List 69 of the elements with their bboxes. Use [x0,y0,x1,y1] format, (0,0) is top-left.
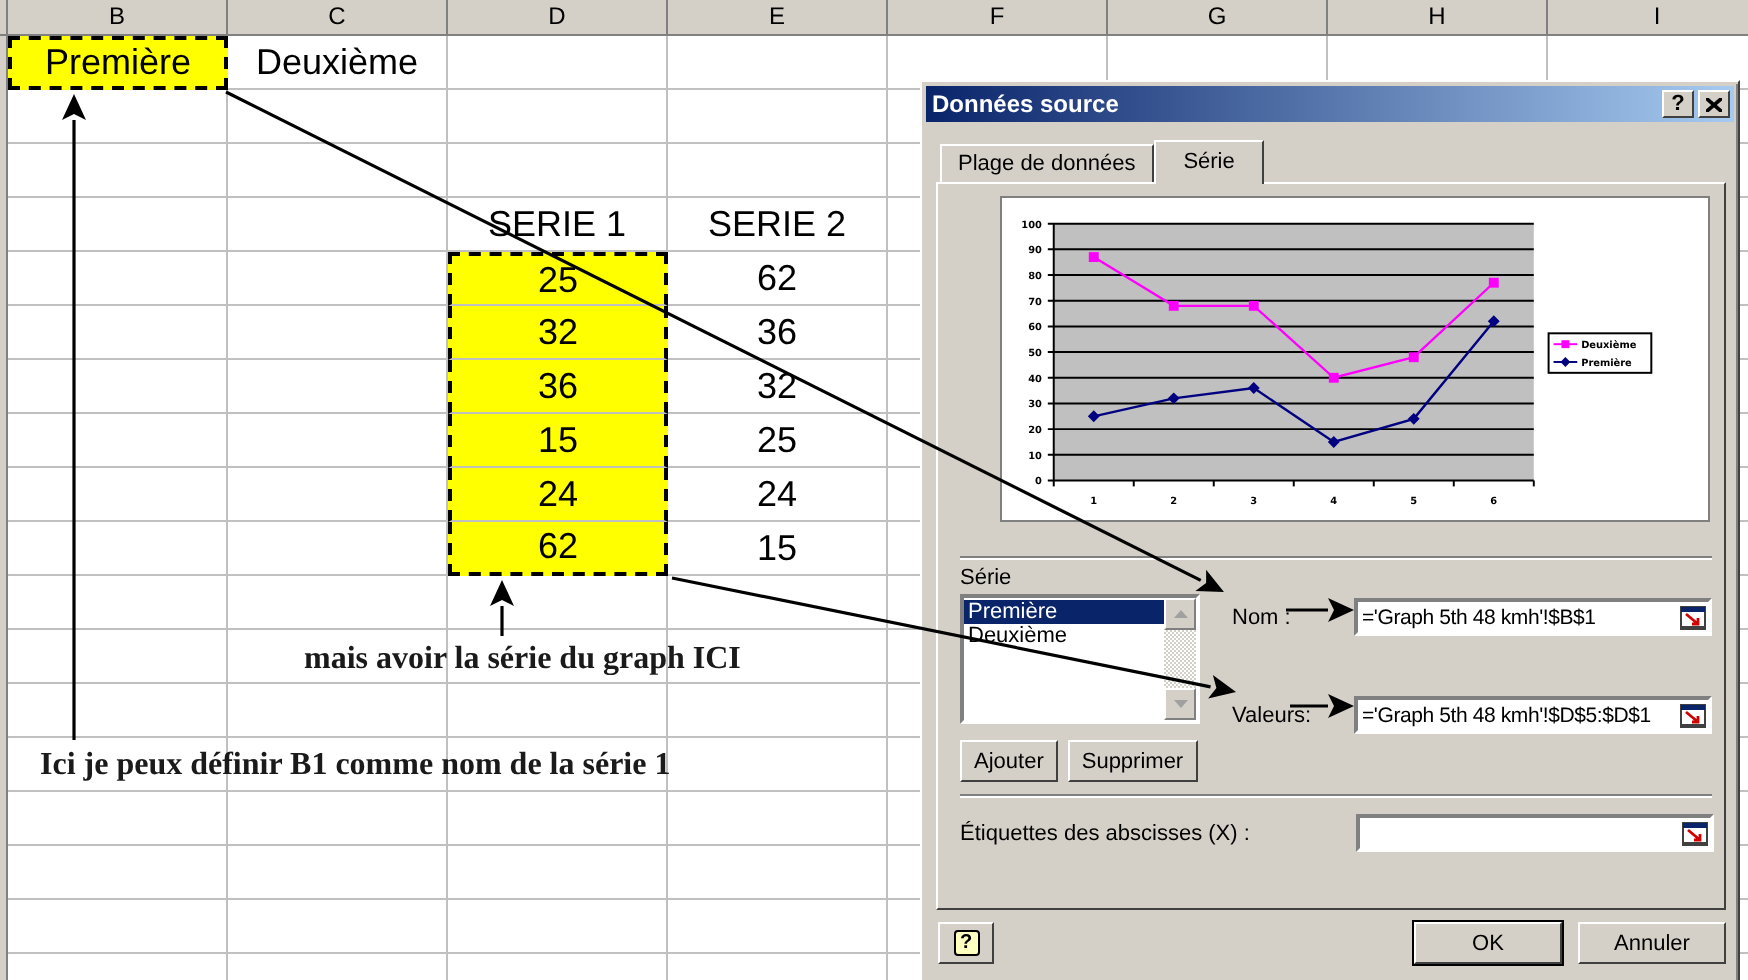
scroll-down-button[interactable] [1164,688,1196,720]
table-cell: 32 [668,360,888,414]
chart-marker [1248,300,1259,311]
triangle-up-icon [1173,610,1187,618]
chart-marker [1168,300,1179,311]
chart-marker [1408,352,1419,363]
help-button[interactable]: ? [1662,90,1694,118]
column-header[interactable]: C [228,0,448,34]
input-field[interactable] [1356,814,1714,852]
chart-marker [1088,252,1099,262]
chart-marker [1328,372,1339,383]
legend-swatch [1552,340,1579,349]
table-cell: 15 [668,522,888,576]
column-header[interactable]: D [448,0,668,34]
column-header[interactable]: H [1328,0,1548,34]
input-field[interactable]: ='Graph 5th 48 kmh'!$D$5:$D$1 [1354,696,1712,734]
scrollbar[interactable] [1164,598,1196,720]
arrow [1286,598,1354,622]
button[interactable]: Ajouter [960,740,1058,782]
scroll-up-button[interactable] [1164,598,1196,630]
table-cell: 24 [668,468,888,522]
field-label: Étiquettes des abscisses (X) : [960,821,1252,845]
button[interactable]: OK [1414,922,1562,964]
chart-marker [1488,277,1499,288]
annotation-text: mais avoir la série du graph ICI [304,642,741,678]
table-cell: 32 [448,306,668,360]
table-cell: 25 [668,414,888,468]
table-cell: 36 [448,360,668,414]
list-item[interactable]: Deuxième [964,624,1164,648]
column-header[interactable]: I [1548,0,1748,34]
list-item[interactable]: Première [964,600,1164,624]
annotation-text: Ici je peux définir B1 comme nom de la série 1 [40,748,671,784]
input-field[interactable]: ='Graph 5th 48 kmh'!$B$1 [1354,598,1712,636]
close-button[interactable] [1698,90,1730,118]
tab[interactable]: Plage de données [940,144,1154,182]
column-header[interactable]: B [8,0,228,34]
table-cell: Deuxième [228,36,448,90]
chart-marker [1407,412,1420,425]
column-header[interactable]: E [668,0,888,34]
field-label: Nom : [1232,605,1291,629]
chart-marker [1247,382,1260,394]
chart-marker [1487,315,1500,328]
range-select-icon [1680,605,1706,629]
table-cell: SERIE 2 [668,198,888,252]
table-cell: Première [8,36,228,90]
range-select-icon [1682,821,1708,845]
table-cell: 15 [448,414,668,468]
table-cell: 62 [448,522,668,576]
table-cell: 25 [448,252,668,306]
close-icon [1706,97,1722,111]
help-button[interactable]: ? [938,922,994,964]
table-cell: 36 [668,306,888,360]
window-title: Données source [932,90,1119,118]
section-label: Série [960,566,1012,590]
button[interactable]: Supprimer [1067,740,1198,782]
chart-marker [1167,392,1180,405]
table-cell: 62 [668,252,888,306]
button[interactable]: Annuler [1578,922,1726,964]
legend-swatch [1552,357,1579,367]
range-select-icon [1680,703,1706,727]
chart-marker [1087,410,1100,423]
table-cell: 24 [448,468,668,522]
column-header[interactable]: G [1108,0,1328,34]
column-header[interactable]: F [888,0,1108,34]
tab[interactable]: Série [1153,140,1265,184]
field-label: Valeurs: [1232,703,1312,727]
chart-marker [1327,436,1340,448]
triangle-down-icon [1173,700,1187,708]
series-list[interactable]: Première Deuxième [960,594,1200,724]
